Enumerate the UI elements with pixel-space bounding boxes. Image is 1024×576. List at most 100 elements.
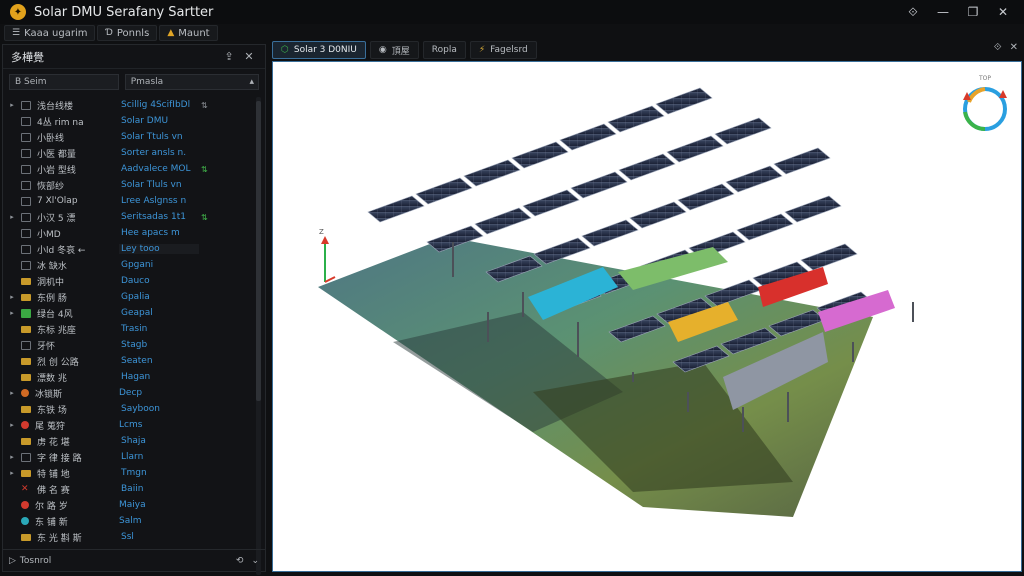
tab-solar-3d[interactable]: ⬡ Solar 3 D0NIU bbox=[272, 41, 366, 59]
refresh-icon[interactable]: ⟲ bbox=[236, 556, 244, 566]
tree-row[interactable]: 烈 创 公路 Seaten bbox=[3, 353, 255, 369]
tree-row[interactable]: 冰 缺水 Gpgani bbox=[3, 257, 255, 273]
minimize-icon[interactable]: — bbox=[928, 0, 958, 24]
tree-row-value: Geapal bbox=[121, 308, 153, 318]
folder-icon[interactable] bbox=[21, 405, 31, 413]
tree-row[interactable]: 7 Xl'Olap Lree Aslgnss n bbox=[3, 193, 255, 209]
tree-row[interactable]: 漂数 兆 Hagan bbox=[3, 369, 255, 385]
checkbox-icon[interactable] bbox=[21, 244, 31, 254]
solar-panel bbox=[800, 243, 858, 271]
tab-render[interactable]: ◉ 頂屋 bbox=[369, 41, 419, 59]
filter-input[interactable]: Pmasla ▴ bbox=[124, 74, 259, 90]
tree-row[interactable]: ▸ 东例 肠 Gpalia bbox=[3, 289, 255, 305]
solar-panel bbox=[522, 189, 580, 217]
expand-arrow-icon[interactable]: ▸ bbox=[7, 469, 17, 477]
tree-row[interactable]: ▸ 浅台线楼 Scillig 4ScifIbDl ⇅ bbox=[3, 97, 255, 113]
checkbox-icon[interactable] bbox=[21, 228, 31, 238]
panel-title: 多樺覺 bbox=[11, 50, 44, 64]
expand-arrow-icon[interactable]: ▸ bbox=[7, 421, 17, 429]
folder-icon[interactable] bbox=[21, 533, 31, 541]
checkbox-icon[interactable] bbox=[21, 260, 31, 270]
expand-arrow-icon[interactable]: ▸ bbox=[7, 453, 17, 461]
sphere-icon[interactable] bbox=[21, 517, 29, 525]
float-viewport-icon[interactable]: ⟐ bbox=[994, 42, 1002, 53]
maximize-icon[interactable]: ❐ bbox=[958, 0, 988, 24]
tree-scrollbar[interactable] bbox=[256, 97, 261, 575]
search-input[interactable]: B Seim bbox=[9, 74, 119, 90]
close-icon[interactable]: ✕ bbox=[988, 0, 1018, 24]
checkbox-icon[interactable] bbox=[21, 340, 31, 350]
tree-row[interactable]: ▸ 冰锁斯 Decp bbox=[3, 385, 255, 401]
tree-row[interactable]: 恢部纱 Solar Tluls vn bbox=[3, 177, 255, 193]
tree-row[interactable]: ▸ 小汉 5 漂 Seritsadas 1t1 ⇅ bbox=[3, 209, 255, 225]
tree-row[interactable]: 东标 兆座 Trasin bbox=[3, 321, 255, 337]
tree-row[interactable]: ▸ 特 铺 地 Tmgn bbox=[3, 465, 255, 481]
tree-row[interactable]: 小ld 冬哀 ← Ley tooo bbox=[3, 241, 255, 257]
pin-window-icon[interactable]: ⟐ bbox=[898, 0, 928, 24]
folder-icon[interactable] bbox=[21, 277, 31, 285]
expand-arrow-icon[interactable]: ▸ bbox=[7, 293, 17, 301]
expand-arrow-icon[interactable]: ▸ bbox=[7, 213, 17, 221]
tree-row[interactable]: ▸ 字 律 接 路 Llarn bbox=[3, 449, 255, 465]
folder-icon[interactable] bbox=[21, 437, 31, 445]
checkbox-icon[interactable] bbox=[21, 100, 31, 110]
checkbox-icon[interactable] bbox=[21, 452, 31, 462]
tree-row-action-icon[interactable]: ⇅ bbox=[199, 101, 239, 110]
menu-tab-label: Ponnls bbox=[116, 27, 150, 39]
tree-row-action-icon[interactable]: ⇅ bbox=[199, 165, 239, 174]
tree-row[interactable]: ▸ 绿台 4风 Geapal bbox=[3, 305, 255, 321]
close-panel-icon[interactable]: ✕ bbox=[241, 50, 257, 63]
tree-row[interactable]: 牙怀 Stagb bbox=[3, 337, 255, 353]
folder-icon[interactable] bbox=[21, 325, 31, 333]
close-viewport-icon[interactable]: ✕ bbox=[1010, 42, 1018, 53]
tree-row[interactable]: 洞机中 Dauco bbox=[3, 273, 255, 289]
tree-row-value: Dauco bbox=[121, 276, 150, 286]
menu-tab-layout[interactable]: ☰ Kaaa ugarim bbox=[4, 25, 96, 41]
warning-dot-icon[interactable] bbox=[21, 501, 29, 509]
warning-dot-icon[interactable] bbox=[21, 421, 29, 429]
chevron-down-icon[interactable]: ⌄ bbox=[251, 556, 259, 566]
tree-row[interactable]: 东 光 斟 斯 Ssl bbox=[3, 529, 255, 545]
tree-row[interactable]: 小医 都量 Sorter ansls n. bbox=[3, 145, 255, 161]
checkbox-icon[interactable] bbox=[21, 196, 31, 206]
folder-icon[interactable] bbox=[21, 373, 31, 381]
tab-ropla[interactable]: Ropla bbox=[422, 41, 466, 59]
menu-tab-panels[interactable]: Ɗ Ponnls bbox=[97, 25, 158, 41]
menu-tab-mount[interactable]: ▲ Maunt bbox=[159, 25, 218, 41]
checkbox-icon[interactable] bbox=[21, 212, 31, 222]
viewport-tabs: ⬡ Solar 3 D0NIU ◉ 頂屋 Ropla ⚡ Fagelsrd ⟐ … bbox=[272, 40, 1024, 60]
tree-row[interactable]: 小MD Hee apacs m bbox=[3, 225, 255, 241]
tab-fagelsrd[interactable]: ⚡ Fagelsrd bbox=[469, 41, 537, 59]
3d-viewport[interactable]: Z TOP bbox=[272, 61, 1022, 572]
folder-icon[interactable] bbox=[21, 293, 31, 301]
expand-arrow-icon[interactable]: ▸ bbox=[7, 101, 17, 109]
view-gizmo[interactable]: TOP bbox=[963, 75, 1007, 132]
folder-icon[interactable] bbox=[21, 469, 31, 477]
tree-row[interactable]: 东铁 场 Sayboon bbox=[3, 401, 255, 417]
tree-row[interactable]: 尔 路 岁 Maiya bbox=[3, 497, 255, 513]
tree-row[interactable]: ▸ 尾 蒐狩 Lcms bbox=[3, 417, 255, 433]
light-icon[interactable] bbox=[21, 389, 29, 397]
pin-icon[interactable]: ⇪ bbox=[221, 50, 237, 63]
group-icon[interactable] bbox=[21, 308, 31, 318]
tree-row-action-icon[interactable]: ⇅ bbox=[199, 213, 239, 222]
checkbox-icon[interactable] bbox=[21, 116, 31, 126]
expand-arrow-icon[interactable]: ▸ bbox=[7, 389, 17, 397]
footer-label[interactable]: Tosnrol bbox=[20, 556, 51, 566]
checkbox-icon[interactable] bbox=[21, 180, 31, 190]
tree-row[interactable]: 小卧线 Solar Ttuls vn bbox=[3, 129, 255, 145]
expand-arrow-icon[interactable]: ▸ bbox=[7, 309, 17, 317]
checkbox-icon[interactable] bbox=[21, 148, 31, 158]
tree-row[interactable]: 小岩 型线 Aadvalece MOL ⇅ bbox=[3, 161, 255, 177]
folder-icon[interactable] bbox=[21, 357, 31, 365]
filter-dropdown-icon[interactable]: ▴ bbox=[249, 77, 254, 87]
checkbox-icon[interactable] bbox=[21, 132, 31, 142]
tree-row[interactable]: ✕ 佛 名 赛 Baiin bbox=[3, 481, 255, 497]
error-icon[interactable]: ✕ bbox=[21, 484, 31, 494]
terminal-icon[interactable]: ▷ bbox=[9, 556, 16, 566]
tree-row[interactable]: 东 铺 新 Salm bbox=[3, 513, 255, 529]
scrollbar-thumb[interactable] bbox=[256, 101, 261, 401]
tree-row[interactable]: 4丛 rim na Solar DMU bbox=[3, 113, 255, 129]
tree-row[interactable]: 虏 花 堪 Shaja bbox=[3, 433, 255, 449]
checkbox-icon[interactable] bbox=[21, 164, 31, 174]
